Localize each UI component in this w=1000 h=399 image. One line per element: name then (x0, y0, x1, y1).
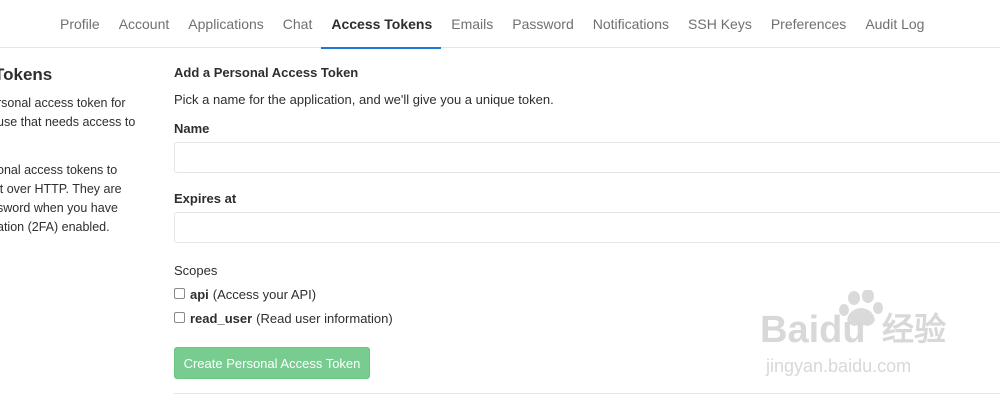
name-input[interactable] (174, 142, 1000, 173)
expires-at-input[interactable] (174, 212, 1000, 243)
tab-emails[interactable]: Emails (441, 0, 502, 48)
watermark-logo: Baidu 经验 jingyan.baidu.com (760, 290, 946, 376)
sidebar-text-line: it over HTTP. They are (0, 182, 122, 196)
scope-api: api (Access your API) (174, 285, 316, 303)
expires-label: Expires at (174, 191, 237, 206)
tab-applications[interactable]: Applications (178, 0, 273, 48)
scope-description: (Read user information) (256, 310, 393, 326)
form-description: Pick a name for the application, and we'… (174, 92, 554, 107)
name-label: Name (174, 121, 210, 136)
scope-description: (Access your API) (212, 286, 317, 302)
nav-tabs: Profile Account Applications Chat Access… (50, 0, 933, 49)
tab-profile[interactable]: Profile (50, 0, 109, 48)
tab-chat[interactable]: Chat (273, 0, 322, 48)
settings-nav: Profile Account Applications Chat Access… (0, 0, 1000, 49)
watermark-brand: Baidu (760, 309, 866, 351)
tab-account[interactable]: Account (109, 0, 179, 48)
scope-api-checkbox[interactable] (174, 287, 185, 299)
scope-read-user: read_user (Read user information) (174, 309, 393, 327)
tab-audit-log[interactable]: Audit Log (855, 0, 933, 48)
tab-password[interactable]: Password (502, 0, 582, 48)
sidebar-heading: Tokens (0, 65, 53, 84)
watermark-url: jingyan.baidu.com (765, 356, 911, 376)
form-heading: Add a Personal Access Token (174, 65, 359, 80)
scope-read-user-checkbox[interactable] (174, 311, 185, 323)
sidebar-text-line: onal access tokens to (0, 163, 118, 177)
scope-name: api (190, 286, 209, 302)
scopes-label: Scopes (174, 263, 218, 278)
sidebar-text-line: use that needs access to (0, 115, 136, 129)
tab-preferences[interactable]: Preferences (761, 0, 855, 48)
sidebar-text-line: ation (2FA) enabled. (0, 220, 110, 234)
sidebar-text-line: rsonal access token for (0, 96, 126, 110)
tab-ssh-keys[interactable]: SSH Keys (678, 0, 761, 48)
create-token-button[interactable]: Create Personal Access Token (174, 347, 370, 379)
watermark-cn-text: 经验 (882, 310, 946, 348)
divider (174, 393, 1000, 394)
sidebar-info: Tokens rsonal access token for use that … (0, 58, 150, 258)
tab-notifications[interactable]: Notifications (583, 0, 678, 48)
scope-name: read_user (190, 310, 253, 326)
tab-access-tokens[interactable]: Access Tokens (321, 0, 442, 49)
sidebar-text-line: sword when you have (0, 201, 118, 215)
